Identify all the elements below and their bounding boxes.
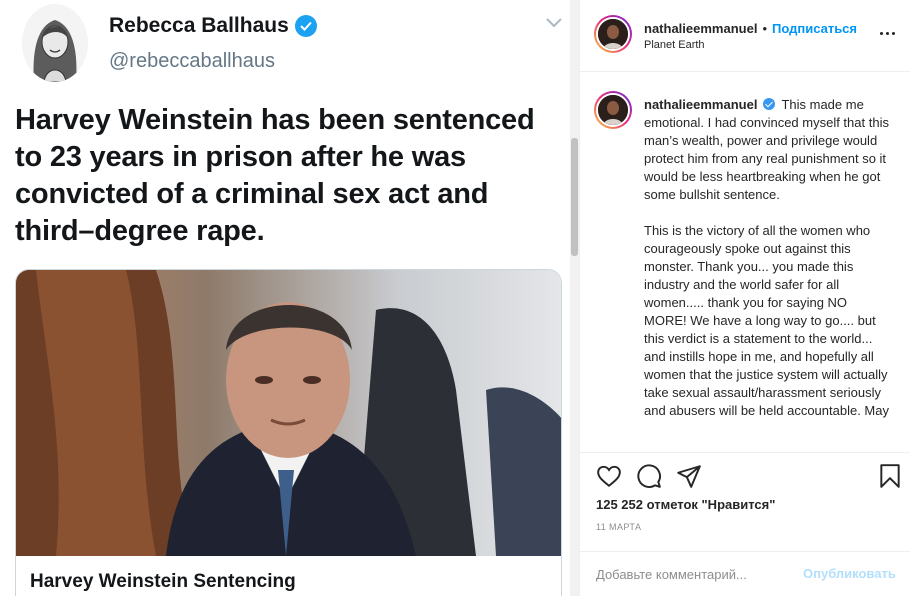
chevron-down-icon bbox=[544, 16, 564, 30]
post-header: nathalieemmanuel • Подписаться Planet Ea… bbox=[580, 0, 910, 72]
comment-input[interactable] bbox=[596, 564, 792, 584]
tweet-author-avatar bbox=[22, 4, 88, 82]
post-author-username[interactable]: nathalieemmanuel bbox=[644, 21, 757, 36]
scrollbar[interactable] bbox=[570, 0, 579, 596]
tweet-image: Rebecca Ballhaus @rebeccaballhaus Harvey… bbox=[0, 0, 578, 596]
tweet-author-name-row: Rebecca Ballhaus bbox=[109, 14, 317, 38]
follow-button[interactable]: Подписаться bbox=[772, 21, 857, 36]
more-icon[interactable] bbox=[880, 28, 898, 38]
caption-paragraph: This is the victory of all the women who… bbox=[644, 223, 889, 418]
likes-count[interactable]: 125 252 отметок "Нравится" bbox=[596, 497, 775, 512]
post-location[interactable]: Planet Earth bbox=[644, 39, 705, 51]
post-author-line: nathalieemmanuel • Подписаться bbox=[644, 21, 857, 36]
share-icon[interactable] bbox=[676, 463, 702, 489]
tweet-link-card: Harvey Weinstein Sentencing bbox=[15, 269, 562, 596]
tweet-author-handle: @rebeccaballhaus bbox=[109, 50, 275, 72]
news-photo bbox=[16, 270, 561, 556]
caption-area[interactable]: nathalieemmanuel This made me emotional.… bbox=[580, 73, 910, 452]
publish-button[interactable]: Опубликовать bbox=[803, 566, 896, 581]
tweet-text: Harvey Weinstein has been sentenced to 2… bbox=[15, 104, 535, 247]
verified-badge-icon bbox=[763, 98, 776, 110]
caption-username[interactable]: nathalieemmanuel bbox=[644, 97, 757, 112]
post-actions: 125 252 отметок "Нравится" 11 МАРТА bbox=[580, 452, 910, 542]
separator-dot: • bbox=[762, 21, 767, 36]
comment-icon[interactable] bbox=[636, 463, 662, 489]
instagram-post-panel: nathalieemmanuel • Подписаться Planet Ea… bbox=[579, 0, 910, 596]
caption-avatar[interactable] bbox=[594, 91, 632, 129]
tweet-card-title: Harvey Weinstein Sentencing bbox=[30, 571, 296, 592]
comment-bar: Опубликовать bbox=[580, 551, 910, 596]
verified-badge-icon bbox=[294, 15, 317, 37]
scrollbar-thumb[interactable] bbox=[571, 138, 578, 256]
post-caption: nathalieemmanuel This made me emotional.… bbox=[644, 96, 890, 438]
bookmark-icon[interactable] bbox=[877, 463, 903, 489]
heart-icon[interactable] bbox=[596, 463, 622, 489]
post-date[interactable]: 11 МАРТА bbox=[596, 522, 641, 532]
caption-paragraph: This made me emotional. I had convinced … bbox=[644, 97, 889, 202]
tweet-author-name: Rebecca Ballhaus bbox=[109, 14, 289, 37]
avatar[interactable] bbox=[594, 15, 632, 53]
